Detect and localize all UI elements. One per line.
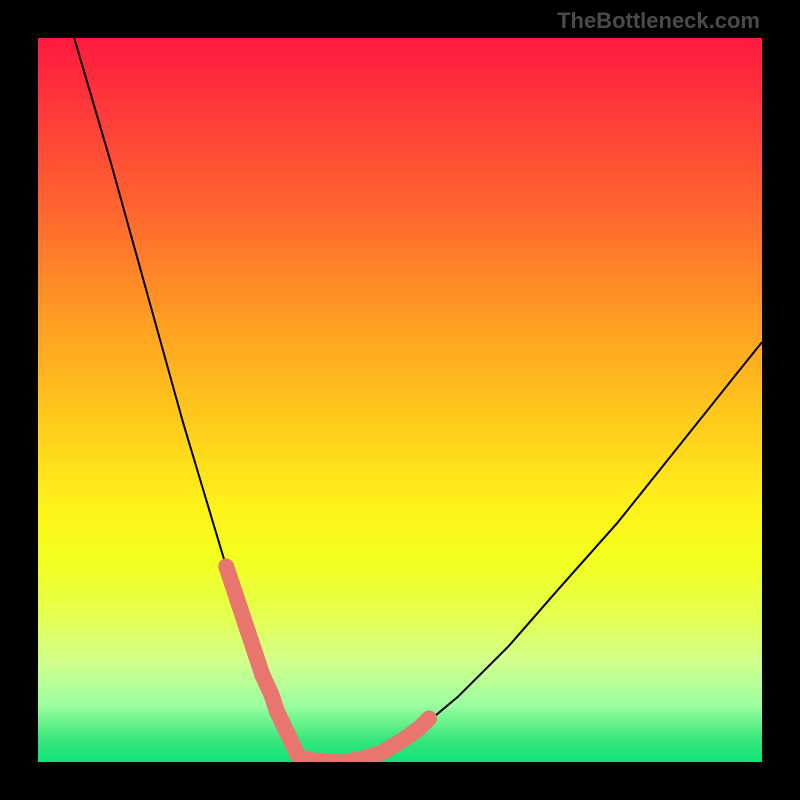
plot-area [38, 38, 762, 762]
chart-frame: TheBottleneck.com [0, 0, 800, 800]
attribution-text: TheBottleneck.com [557, 8, 760, 34]
